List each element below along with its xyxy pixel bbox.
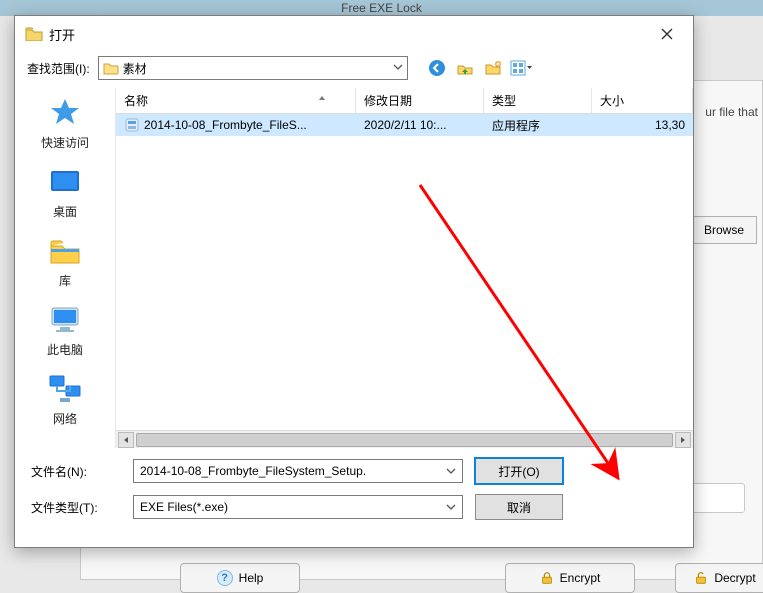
computer-icon — [46, 303, 84, 337]
dialog-titlebar[interactable]: 打开 — [15, 16, 693, 52]
col-modified[interactable]: 修改日期 — [356, 88, 484, 113]
col-name[interactable]: 名称 — [116, 88, 356, 113]
place-label: 库 — [59, 272, 71, 289]
col-size[interactable]: 大小 — [592, 88, 693, 113]
chevron-down-icon — [444, 500, 458, 514]
place-libraries[interactable]: 库 — [25, 234, 105, 289]
help-label: Help — [239, 571, 264, 585]
place-desktop[interactable]: 桌面 — [25, 165, 105, 220]
decrypt-label: Decrypt — [714, 571, 755, 585]
file-list-header[interactable]: 名称 修改日期 类型 大小 — [116, 88, 693, 114]
close-button[interactable] — [651, 22, 683, 46]
unlock-icon — [694, 571, 708, 585]
look-in-value: 素材 — [123, 60, 147, 77]
place-label: 网络 — [53, 410, 77, 427]
file-list-area: 名称 修改日期 类型 大小 2014-10-08_Frombyte_FileS.… — [115, 88, 693, 448]
filename-label: 文件名(N): — [31, 463, 121, 480]
up-one-level-icon[interactable] — [454, 57, 476, 79]
look-in-combo[interactable]: 素材 — [98, 56, 408, 80]
lock-icon — [540, 571, 554, 585]
scroll-thumb[interactable] — [136, 433, 673, 447]
scroll-left-icon[interactable] — [118, 432, 134, 448]
chevron-down-icon — [391, 60, 405, 74]
dialog-title: 打开 — [49, 25, 75, 44]
file-type: 应用程序 — [484, 117, 592, 134]
desktop-icon — [46, 165, 84, 199]
cancel-button[interactable]: 取消 — [475, 494, 563, 520]
exe-file-icon — [124, 117, 140, 133]
file-name: 2014-10-08_Frombyte_FileS... — [144, 118, 307, 132]
new-folder-icon[interactable] — [482, 57, 504, 79]
open-button[interactable]: 打开(O) — [475, 458, 563, 484]
place-quick-access[interactable]: 快速访问 — [25, 96, 105, 151]
open-folder-icon — [25, 27, 43, 41]
filetype-value: EXE Files(*.exe) — [140, 500, 228, 514]
col-type[interactable]: 类型 — [484, 88, 592, 113]
network-icon — [46, 372, 84, 406]
bg-hint-fragment: ur file that — [705, 105, 758, 119]
filetype-label: 文件类型(T): — [31, 499, 121, 516]
scroll-right-icon[interactable] — [675, 432, 691, 448]
filename-value: 2014-10-08_Frombyte_FileSystem_Setup. — [140, 464, 366, 478]
encrypt-label: Encrypt — [560, 571, 601, 585]
filename-combo[interactable]: 2014-10-08_Frombyte_FileSystem_Setup. — [133, 459, 463, 483]
file-modified: 2020/2/11 10:... — [356, 118, 484, 132]
libraries-icon — [46, 234, 84, 268]
folder-icon — [103, 61, 119, 75]
place-label: 快速访问 — [41, 134, 89, 151]
place-this-pc[interactable]: 此电脑 — [25, 303, 105, 358]
chevron-down-icon — [444, 464, 458, 478]
view-menu-icon[interactable] — [510, 57, 532, 79]
places-bar: 快速访问 桌面 库 此电脑 网络 — [15, 88, 115, 448]
place-label: 此电脑 — [47, 341, 83, 358]
file-size: 13,30 — [592, 118, 693, 132]
browse-button[interactable]: Browse — [691, 216, 757, 244]
file-list[interactable]: 2014-10-08_Frombyte_FileS... 2020/2/11 1… — [116, 114, 693, 430]
sort-caret-icon — [317, 93, 327, 103]
horizontal-scrollbar[interactable] — [116, 430, 693, 448]
file-row[interactable]: 2014-10-08_Frombyte_FileS... 2020/2/11 1… — [116, 114, 693, 136]
quick-access-icon — [46, 96, 84, 130]
open-file-dialog: 打开 查找范围(I): 素材 快速访问 桌面 — [14, 15, 694, 548]
help-icon: ? — [217, 570, 233, 586]
look-in-label: 查找范围(I): — [27, 60, 90, 77]
place-label: 桌面 — [53, 203, 77, 220]
filetype-combo[interactable]: EXE Files(*.exe) — [133, 495, 463, 519]
place-network[interactable]: 网络 — [25, 372, 105, 427]
back-icon[interactable] — [426, 57, 448, 79]
